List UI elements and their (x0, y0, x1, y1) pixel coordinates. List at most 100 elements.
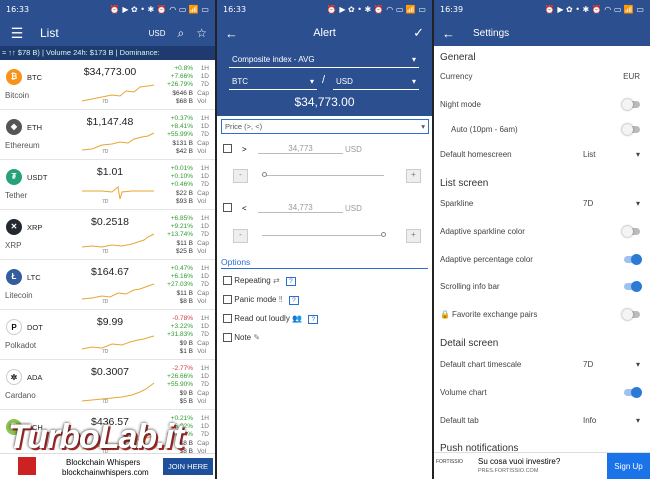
label-7d: 7D (200, 281, 209, 288)
repeat-icon: ⇄ (272, 276, 280, 285)
option-note[interactable]: Note ✎ (223, 333, 260, 345)
alert-type-select[interactable]: Price (>, <) ▾ (221, 119, 429, 134)
coin-row-dot[interactable]: P DOT Polkadot $9.99 7D -0.78% +3.22% +31.… (0, 310, 215, 360)
ad-brand: FORTISSIO (436, 459, 463, 465)
option-checkbox[interactable] (223, 276, 232, 286)
market-cap: $9 B (179, 340, 193, 347)
change-1h: +0.01% (170, 165, 193, 172)
scrolling-bar-setting: Scrolling info bar (440, 281, 642, 292)
option-panic-mode[interactable]: Panic mode ‼ ? (223, 295, 299, 307)
label-1d: 1D (200, 423, 209, 430)
above-slider-thumb[interactable] (262, 172, 267, 177)
coin-row-btc[interactable]: ₿ BTC Bitcoin $34,773.00 7D +0.8% +7.66% +… (0, 60, 215, 110)
ad-banner[interactable]: Blockchain Whispers blockchainwhispers.c… (0, 453, 215, 479)
volume-chart-setting: Volume chart (440, 387, 642, 398)
sparkline-period: 7D (102, 399, 109, 405)
ad-url: blockchainwhispers.com (62, 468, 149, 477)
ad-cta-button[interactable]: Sign Up (607, 453, 650, 479)
btc-logo-icon: ₿ (6, 69, 22, 85)
change-7d: +0.46% (170, 181, 193, 188)
help-icon[interactable]: ? (308, 315, 319, 324)
scrolling-bar-label: Scrolling info bar (440, 282, 500, 291)
change-labels: 1H 1D 7D (201, 215, 209, 239)
favorite-pairs-toggle[interactable] (622, 309, 640, 320)
adaptive-percentage-toggle[interactable] (624, 254, 642, 265)
search-filter-icon[interactable]: ⌕ (178, 26, 185, 41)
volume-chart-toggle[interactable] (624, 387, 642, 398)
scrolling-bar-toggle[interactable] (624, 281, 642, 292)
app-bar: ← Settings (434, 20, 650, 46)
index-select[interactable]: Composite index - AVG ▾ (229, 52, 419, 68)
night-mode-toggle[interactable] (622, 99, 640, 110)
option-repeating[interactable]: Repeating ⇄ ? (223, 276, 296, 288)
change-labels: 1H 1D 7D (201, 265, 209, 289)
option-checkbox[interactable] (223, 295, 232, 305)
ad-banner[interactable]: FORTISSIO Su cosa vuoi investire? PRES.F… (434, 452, 650, 479)
label-1h: 1H (200, 365, 209, 372)
adaptive-sparkline-toggle[interactable] (622, 226, 640, 237)
timescale-label: Default chart timescale (440, 360, 522, 369)
change-7d: +55.99% (167, 131, 193, 138)
coin-name: Ethereum (5, 141, 40, 150)
currency-selector[interactable]: USD (149, 29, 166, 38)
timescale-setting[interactable]: Default chart timescale 7D ▾ (440, 360, 642, 369)
volume: $25 B (176, 248, 193, 255)
below-minus-button[interactable]: - (233, 229, 248, 243)
option-checkbox[interactable] (223, 333, 232, 343)
change-labels: 1H 1D 7D (201, 115, 209, 139)
coin-row-usdt[interactable]: ₮ USDT Tether $1.01 7D +0.01% +0.10% +0.46… (0, 160, 215, 210)
back-arrow-icon[interactable]: ← (225, 26, 238, 41)
below-row: < 34,773 USD (223, 203, 432, 217)
currency-select[interactable]: USD ▾ (333, 74, 419, 90)
sparkline-setting[interactable]: Sparkline 7D ▾ (440, 199, 642, 208)
ad-logo (18, 457, 36, 475)
ltc-logo-icon: Ł (6, 269, 22, 285)
confirm-check-icon[interactable]: ✓ (413, 25, 424, 41)
section-list-screen: List screen (440, 178, 489, 189)
homescreen-label: Default homescreen (440, 150, 512, 159)
chevron-down-icon: ▾ (635, 150, 640, 159)
coin-row-ltc[interactable]: Ł LTC Litecoin $164.67 7D +0.47% +6.16% +2… (0, 260, 215, 310)
label-vol: Vol (197, 298, 207, 305)
below-plus-button[interactable]: + (406, 229, 421, 243)
above-checkbox[interactable] (223, 144, 232, 154)
coin-row-ada[interactable]: ✲ ADA Cardano $0.3007 7D -2.77% +26.66% +5… (0, 360, 215, 410)
sparkline (82, 84, 155, 102)
ada-logo-icon: ✲ (6, 369, 22, 385)
page-title: Alert (313, 27, 336, 39)
default-tab-setting[interactable]: Default tab Info ▾ (440, 416, 642, 425)
coin-row-xrp[interactable]: ✕ XRP XRP $0.2518 7D +6.85% +9.21% +13.74%… (0, 210, 215, 260)
help-icon[interactable]: ? (285, 277, 296, 286)
above-value-input[interactable]: 34,773 (258, 144, 343, 154)
currency-setting[interactable]: Currency EUR (440, 72, 642, 81)
status-time: 16:33 (223, 5, 247, 14)
above-minus-button[interactable]: - (233, 169, 248, 183)
below-slider-thumb[interactable] (381, 232, 386, 237)
app-bar: ← Alert ✓ (217, 20, 432, 46)
above-slider[interactable] (262, 175, 384, 176)
option-read-out-loudly[interactable]: Read out loudly 👥 ? (223, 314, 319, 326)
help-icon[interactable]: ? (288, 296, 299, 305)
coin-select[interactable]: BTC ▾ (229, 74, 317, 90)
info-ticker[interactable]: ≈ ↑↑ $78 B) | Volume 24h: $173 B | Domin… (0, 46, 215, 60)
change-7d: +26.79% (167, 81, 193, 88)
below-slider[interactable] (262, 235, 384, 236)
homescreen-setting[interactable]: Default homescreen List ▾ (440, 150, 642, 159)
below-value-input[interactable]: 34,773 (258, 203, 343, 213)
pencil-icon: ✎ (253, 333, 261, 342)
back-arrow-icon[interactable]: ← (442, 26, 455, 41)
cap-values: $9 B $5 B (180, 390, 193, 406)
cap-labels: Cap Vol (197, 90, 209, 106)
auto-night-toggle[interactable] (622, 124, 640, 135)
ad-title: Su cosa vuoi investire? (478, 457, 561, 466)
label-1h: 1H (200, 315, 209, 322)
coin-row-eth[interactable]: ◆ ETH Ethereum $1,147.48 7D +0.37% +8.41%… (0, 110, 215, 160)
above-plus-button[interactable]: + (406, 169, 421, 183)
option-checkbox[interactable] (223, 314, 232, 324)
change-1h: +0.8% (174, 65, 193, 72)
menu-icon[interactable]: ☰ (8, 25, 26, 42)
label-7d: 7D (200, 181, 209, 188)
star-icon[interactable]: ☆ (196, 26, 207, 40)
ad-cta-button[interactable]: JOIN HERE (162, 458, 213, 475)
below-checkbox[interactable] (223, 203, 232, 213)
